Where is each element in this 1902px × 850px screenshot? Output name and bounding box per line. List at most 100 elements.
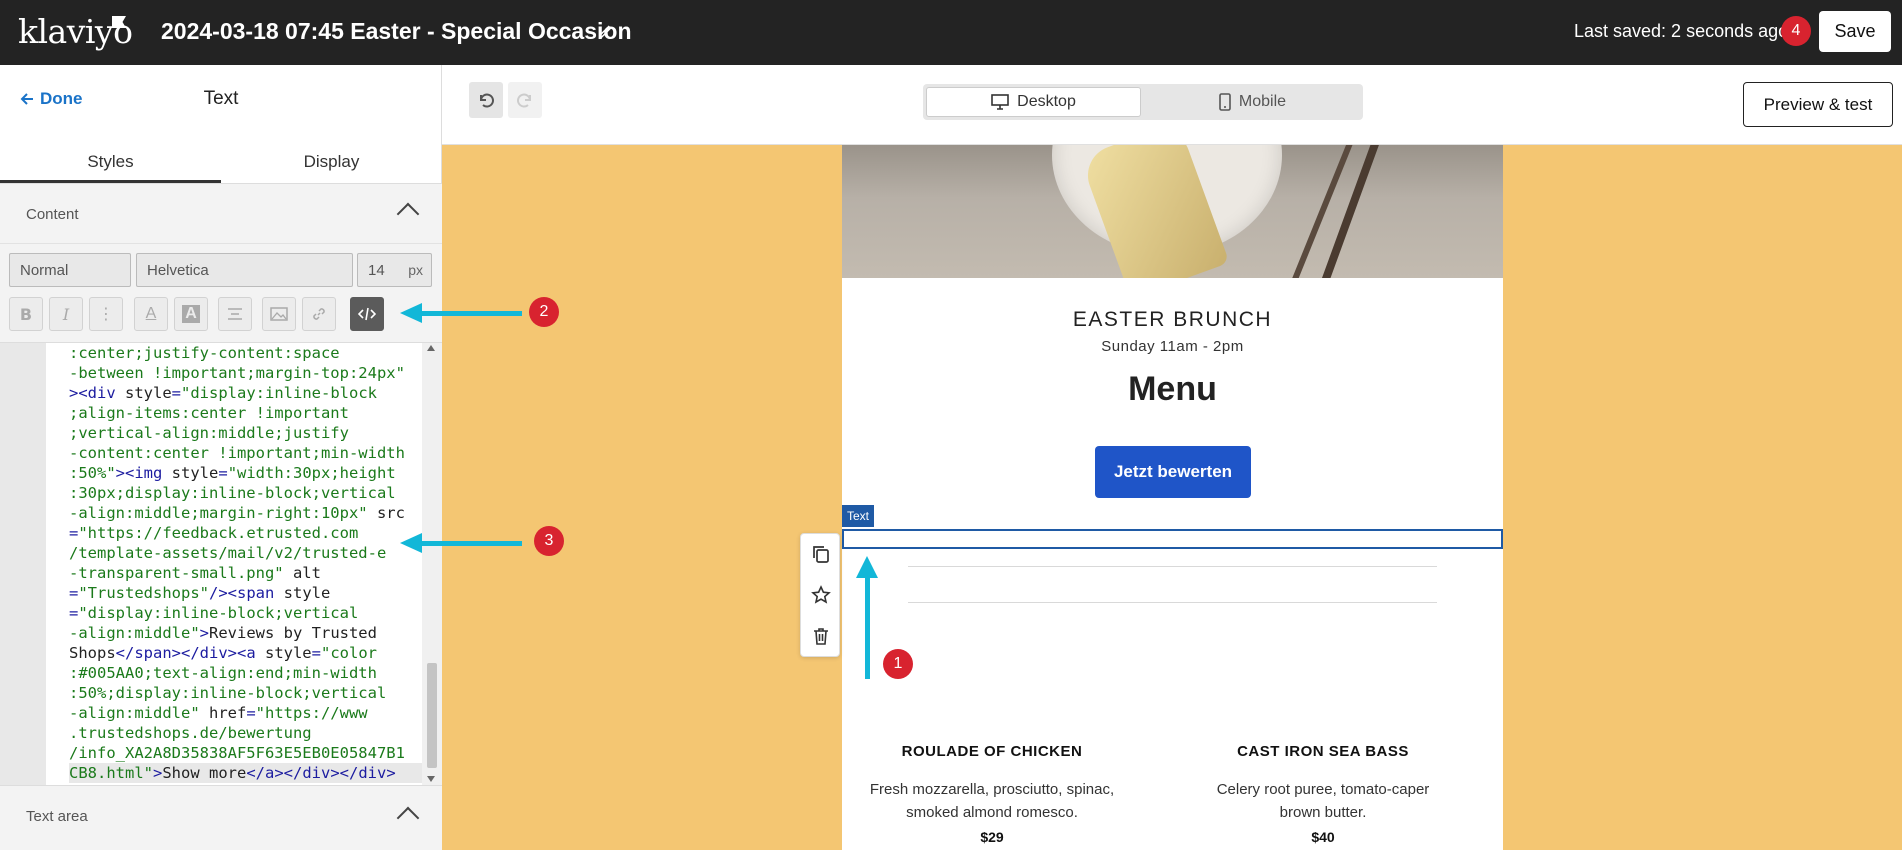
email-heading[interactable]: EASTER BRUNCH — [842, 308, 1503, 332]
code-lines[interactable]: :center;justify-content:space -between !i… — [46, 343, 422, 786]
hero-image[interactable] — [842, 145, 1503, 278]
code-line[interactable]: /template-assets/mail/v2/trusted-e — [69, 543, 422, 563]
code-line[interactable]: -align:middle;margin-right:10px" src — [69, 503, 422, 523]
code-line[interactable]: -between !important;margin-top:24px" — [69, 363, 422, 383]
annotation-arrow-1-shaft — [865, 576, 870, 679]
code-line[interactable]: ><div style="display:inline-block — [69, 383, 422, 403]
preview-test-button[interactable]: Preview & test — [1743, 82, 1893, 127]
content-section-header[interactable]: Content — [0, 184, 442, 244]
font-style-select[interactable]: Normal — [9, 253, 131, 287]
font-family-select[interactable]: Helvetica — [136, 253, 353, 287]
code-token: style — [264, 644, 312, 662]
brunch-time[interactable]: Sunday 11am - 2pm — [842, 338, 1503, 355]
code-token: = — [246, 704, 256, 722]
code-token: </a></div></div> — [246, 764, 396, 782]
code-line[interactable]: ="https://feedback.etrusted.com — [69, 523, 422, 543]
code-line[interactable]: -align:middle">Reviews by Trusted — [69, 623, 422, 643]
code-token: ><div — [69, 384, 125, 402]
code-line[interactable]: ="display:inline-block;vertical — [69, 603, 422, 623]
image-button[interactable] — [262, 297, 296, 331]
code-line[interactable]: :#005AA0;text-align:end;min-width — [69, 663, 422, 683]
code-token: </span></div><a — [115, 644, 265, 662]
code-line[interactable]: .trustedshops.de/bewertung — [69, 723, 422, 743]
code-token: src — [376, 504, 405, 522]
trash-icon[interactable] — [811, 626, 831, 646]
code-line[interactable]: ="Trustedshops"/><span style — [69, 583, 422, 603]
divider — [908, 602, 1437, 603]
code-token: "https://feedback.etrusted.com — [78, 524, 359, 542]
code-line[interactable]: -align:middle" href="https://www — [69, 703, 422, 723]
highlight-button[interactable]: A — [174, 297, 208, 331]
chevron-up-icon[interactable] — [396, 806, 420, 830]
code-line[interactable]: :50%"><img style="width:30px;height — [69, 463, 422, 483]
dish-price[interactable]: $40 — [1173, 829, 1473, 845]
highlight-icon: A — [182, 305, 200, 323]
dish-desc-line: Fresh mozzarella, prosciutto, spinac, — [869, 781, 1115, 798]
code-token: Show more — [162, 764, 247, 782]
code-view-button[interactable] — [350, 297, 384, 331]
mobile-view-button[interactable]: Mobile — [1145, 87, 1360, 117]
image-icon — [270, 307, 288, 321]
code-token: = — [69, 584, 79, 602]
align-center-icon — [228, 308, 242, 320]
scroll-down-icon[interactable] — [427, 776, 435, 782]
dish-desc-line: Celery root puree, tomato-caper — [1216, 781, 1430, 798]
code-token: ><img — [115, 464, 172, 482]
dish-description[interactable]: Celery root puree, tomato-caper brown bu… — [1173, 778, 1473, 824]
code-token: -align:middle" — [69, 704, 209, 722]
bold-button[interactable]: B — [9, 297, 43, 331]
code-line[interactable]: :50%;display:inline-block;vertical — [69, 683, 422, 703]
text-format-toolbar: B I ⋮ A A — [0, 290, 442, 342]
html-code-editor[interactable]: :center;justify-content:space -between !i… — [0, 342, 442, 786]
menu-title[interactable]: Menu — [842, 370, 1503, 409]
code-token: "display:inline-block — [181, 384, 377, 402]
code-token: > — [199, 624, 209, 642]
scroll-thumb[interactable] — [427, 663, 437, 768]
desktop-view-button[interactable]: Desktop — [926, 87, 1141, 117]
more-options-button[interactable]: ⋮ — [89, 297, 123, 331]
code-token: "https://www — [255, 704, 368, 722]
code-token: = — [69, 604, 79, 622]
dish-description[interactable]: Fresh mozzarella, prosciutto, spinac, sm… — [842, 778, 1142, 824]
code-line[interactable]: Shops</span></div><a style="color — [69, 643, 422, 663]
code-line[interactable]: :center;justify-content:space — [69, 343, 422, 363]
campaign-title[interactable]: 2024-03-18 07:45 Easter - Special Occasi… — [161, 18, 632, 45]
italic-button[interactable]: I — [49, 297, 83, 331]
code-token: .trustedshops.de/bewertung — [69, 724, 312, 742]
code-line[interactable]: :30px;display:inline-block;vertical — [69, 483, 422, 503]
divider — [908, 566, 1437, 567]
font-size-input[interactable]: 14 px — [357, 253, 432, 287]
code-token: "color — [321, 644, 377, 662]
code-token: style — [171, 464, 219, 482]
chevron-up-icon[interactable] — [396, 202, 420, 226]
scroll-up-icon[interactable] — [427, 345, 435, 351]
code-line[interactable]: ;align-items:center !important — [69, 403, 422, 423]
save-button[interactable]: Save — [1819, 11, 1891, 52]
redo-button[interactable] — [508, 82, 542, 118]
tab-display[interactable]: Display — [221, 142, 442, 183]
code-token: -transparent-small.png" — [69, 564, 293, 582]
code-line[interactable]: -transparent-small.png" alt — [69, 563, 422, 583]
dish-price[interactable]: $29 — [842, 829, 1142, 845]
redo-icon — [517, 93, 531, 108]
cta-button[interactable]: Jetzt bewerten — [1095, 446, 1251, 498]
text-area-section-header[interactable]: Text area — [0, 785, 442, 850]
code-line[interactable]: /info_XA2A8D35838AF5F63E5EB0E05847B1 — [69, 743, 422, 763]
code-line[interactable]: CB8.html">Show more</a></div></div> — [69, 763, 422, 783]
pencil-icon[interactable] — [597, 22, 615, 40]
link-button[interactable] — [302, 297, 336, 331]
star-icon[interactable] — [811, 585, 831, 605]
dish-title[interactable]: ROULADE OF CHICKEN — [842, 743, 1142, 760]
dish-title[interactable]: CAST IRON SEA BASS — [1173, 743, 1473, 760]
code-scrollbar[interactable] — [422, 343, 442, 786]
align-button[interactable] — [218, 297, 252, 331]
code-token: = — [218, 464, 228, 482]
text-color-button[interactable]: A — [134, 297, 168, 331]
undo-icon — [480, 93, 494, 108]
tab-styles[interactable]: Styles — [0, 142, 221, 183]
code-line[interactable]: ;vertical-align:middle;justify — [69, 423, 422, 443]
selected-text-block[interactable] — [842, 529, 1503, 549]
duplicate-icon[interactable] — [811, 544, 831, 564]
code-line[interactable]: -content:center !important;min-width — [69, 443, 422, 463]
undo-button[interactable] — [469, 82, 503, 118]
